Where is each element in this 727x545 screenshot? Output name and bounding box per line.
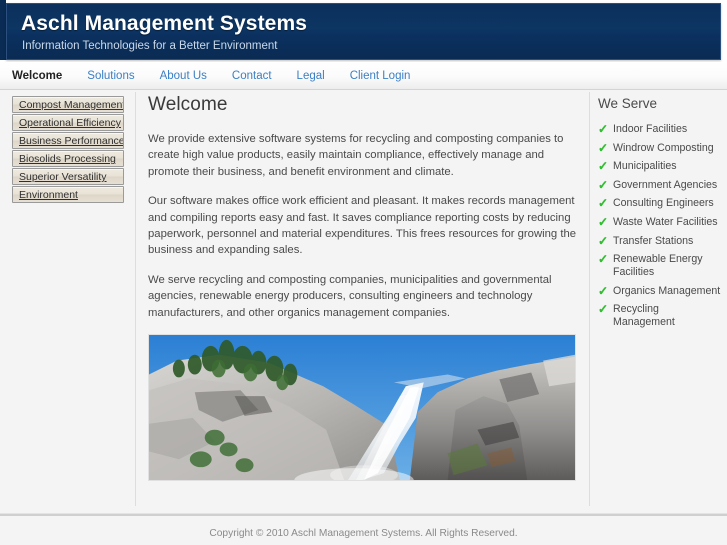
serve-item-label: Recycling Management	[613, 303, 675, 329]
site-title: Aschl Management Systems	[21, 12, 308, 35]
check-icon: ✓	[598, 214, 609, 229]
sidebar-item-compost-management[interactable]: Compost Management	[12, 96, 124, 113]
serve-item-label: Consulting Engineers	[613, 197, 714, 210]
sidebar-item-operational-efficiency[interactable]: Operational Efficiency	[12, 114, 124, 131]
serve-item-renewable-energy-facilities: ✓ Renewable Energy Facilities	[598, 253, 722, 279]
we-serve-title: We Serve	[598, 96, 658, 111]
main-column: Welcome We provide extensive software sy…	[148, 90, 578, 482]
check-icon: ✓	[598, 283, 609, 298]
serve-item-label: Transfer Stations	[613, 234, 694, 247]
body-paragraph-1: We provide extensive software systems fo…	[148, 133, 564, 178]
nav-item-solutions[interactable]: Solutions	[87, 70, 151, 82]
header-banner: Aschl Management Systems Information Tec…	[6, 3, 721, 60]
serve-item-label: Indoor Facilities	[613, 123, 688, 135]
serve-item-municipalities: ✓ Municipalities	[598, 160, 722, 173]
body-paragraph-2: Our software makes office work efficient…	[148, 195, 577, 257]
check-icon: ✓	[598, 159, 609, 174]
check-icon: ✓	[598, 122, 609, 136]
serve-item-waste-water-facilities: ✓ Waste Water Facilities	[598, 214, 722, 229]
nav-item-contact[interactable]: Contact	[232, 70, 289, 82]
check-icon: ✓	[598, 177, 609, 192]
serve-item-label: Renewable Energy Facilities	[613, 253, 703, 279]
check-icon: ✓	[598, 233, 609, 248]
right-column-divider	[589, 92, 590, 506]
site-header: Aschl Management Systems Information Tec…	[0, 0, 727, 62]
content-area: Compost Management Operational Efficienc…	[0, 90, 727, 508]
body-paragraph-3: We serve recycling and composting compan…	[148, 273, 552, 319]
waterfall-illustration	[149, 335, 575, 481]
waterfall-photo	[148, 334, 576, 482]
serve-item-label: Waste Water Facilities	[613, 215, 718, 228]
sidebar-item-environment[interactable]: Environment	[12, 186, 124, 203]
check-icon: ✓	[598, 196, 609, 211]
site-tagline: Information Technologies for a Better En…	[22, 40, 278, 52]
serve-item-indoor-facilities: ✓ Indoor Facilities	[598, 123, 722, 136]
sidebar-nav: Compost Management Operational Efficienc…	[12, 96, 124, 204]
check-icon: ✓	[598, 252, 609, 267]
serve-item-organics-management: ✓ Organics Management	[598, 283, 722, 298]
serve-item-transfer-stations: ✓ Transfer Stations	[598, 233, 722, 248]
check-icon: ✓	[598, 140, 609, 155]
serve-item-consulting-engineers: ✓ Consulting Engineers	[598, 197, 722, 210]
footer-copyright: Copyright © 2010 Aschl Management System…	[209, 528, 518, 539]
footer-divider	[0, 513, 727, 516]
page-title: Welcome	[148, 94, 228, 115]
we-serve-panel: We Serve ✓ Indoor Facilities ✓ Windrow C…	[598, 96, 722, 335]
sidebar-item-superior-versatility[interactable]: Superior Versatility	[12, 168, 124, 185]
page-root: Aschl Management Systems Information Tec…	[0, 0, 727, 545]
serve-item-label: Government Agencies	[613, 178, 718, 191]
serve-item-government-agencies: ✓ Government Agencies	[598, 177, 722, 192]
serve-item-label: Municipalities	[613, 160, 677, 173]
nav-item-client-login[interactable]: Client Login	[350, 70, 428, 82]
nav-item-welcome[interactable]: Welcome	[12, 70, 79, 82]
check-icon: ✓	[598, 302, 609, 317]
sidebar-item-business-performance[interactable]: Business Performance	[12, 132, 124, 149]
main-navigation: Welcome Solutions About Us Contact Legal…	[0, 62, 727, 90]
sidebar-item-biosolids-processing[interactable]: Biosolids Processing	[12, 150, 124, 167]
serve-item-recycling-management: ✓ Recycling Management	[598, 303, 722, 329]
nav-item-legal[interactable]: Legal	[297, 70, 342, 82]
left-column-divider	[135, 92, 136, 506]
nav-item-about-us[interactable]: About Us	[160, 70, 224, 82]
nav-list: Welcome Solutions About Us Contact Legal…	[12, 62, 435, 89]
serve-item-label: Organics Management	[613, 284, 721, 297]
serve-item-windrow-composting: ✓ Windrow Composting	[598, 140, 722, 155]
serve-item-label: Windrow Composting	[613, 141, 714, 154]
